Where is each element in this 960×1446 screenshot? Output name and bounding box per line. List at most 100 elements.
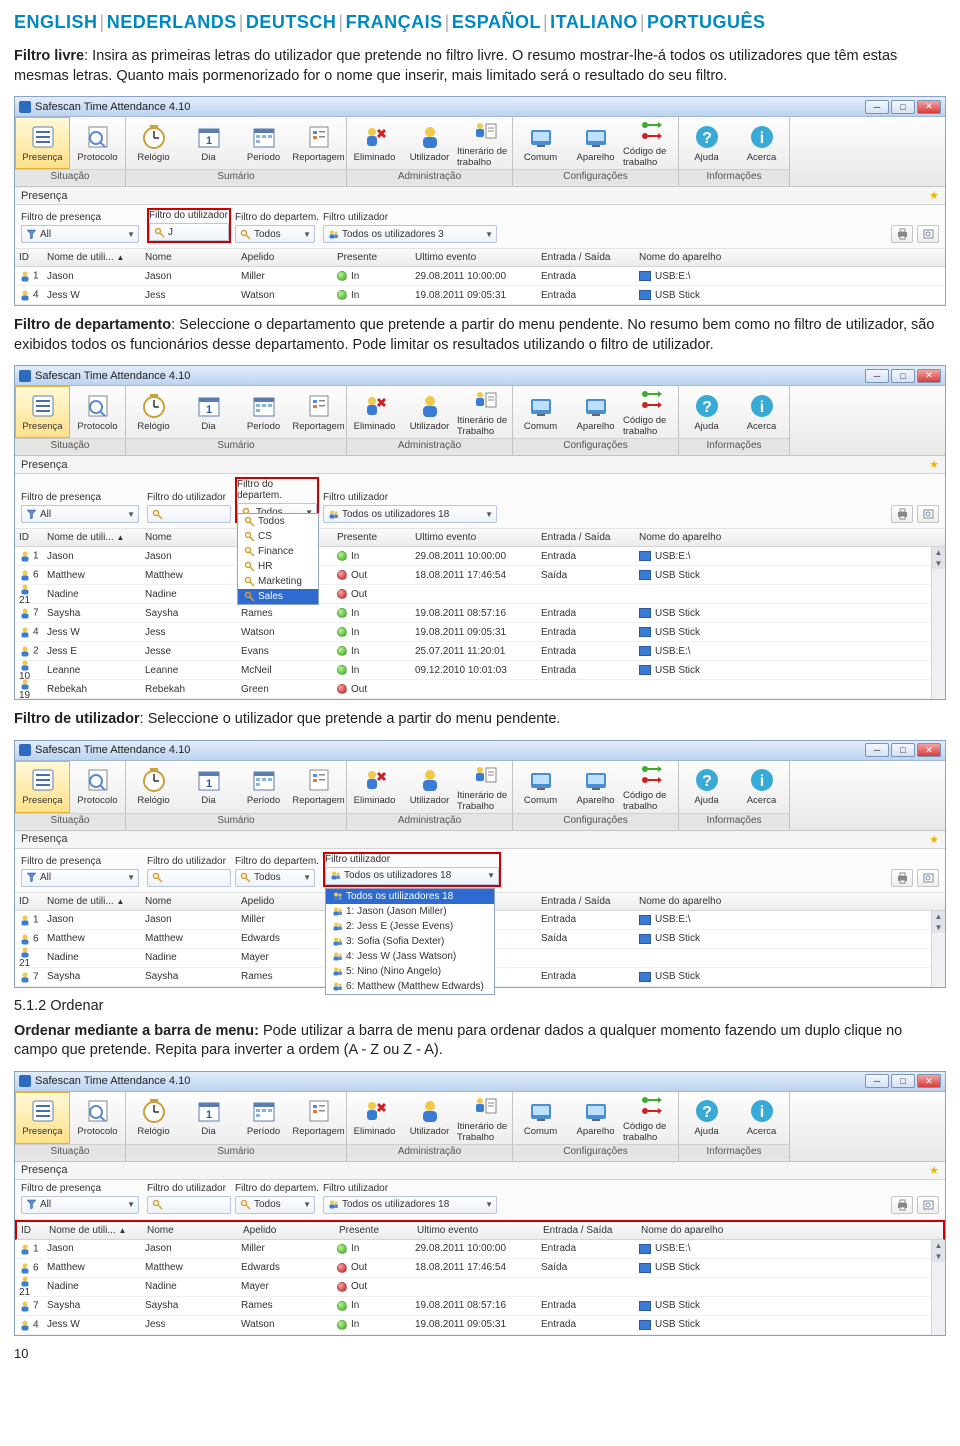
filter-presence-select[interactable]: All▼: [21, 505, 139, 523]
filter-dept-select[interactable]: Todos▼: [235, 1196, 315, 1214]
scrollbar[interactable]: ▲▼: [931, 911, 945, 987]
table-row[interactable]: 7 SayshaSayshaRames In 19.08.2011 08:57:…: [15, 1297, 931, 1316]
lang-deutsch[interactable]: DEUTSCH: [246, 12, 337, 33]
col-nome-util[interactable]: Nome de utili... ▲: [43, 249, 141, 266]
preview-button[interactable]: [917, 1196, 939, 1214]
toolbar-comum[interactable]: Comum: [513, 1092, 568, 1144]
toolbar-comum[interactable]: Comum: [513, 386, 568, 438]
preview-button[interactable]: [917, 505, 939, 523]
user-option[interactable]: 1: Jason (Jason Miller): [326, 904, 494, 919]
table-row[interactable]: 4 Jess WJessWatson In 19.08.2011 09:05:3…: [15, 1316, 931, 1335]
toolbar-acerca[interactable]: iAcerca: [734, 761, 789, 813]
toolbar-utilizador[interactable]: Utilizador: [402, 761, 457, 813]
table-header[interactable]: ID Nome de utili... ▲ Nome Apelido Prese…: [15, 249, 945, 267]
user-dropdown[interactable]: Todos os utilizadores 181: Jason (Jason …: [325, 888, 495, 995]
toolbar-itinerario[interactable]: Itinerário de Trabalho: [457, 1092, 512, 1144]
filter-presence-select[interactable]: All▼: [21, 869, 139, 887]
print-button[interactable]: [891, 225, 913, 243]
dept-option[interactable]: Marketing: [238, 574, 318, 589]
scrollbar[interactable]: ▲▼: [931, 1240, 945, 1335]
toolbar-itinerario[interactable]: Itinerário de trabalho: [457, 117, 512, 169]
lang-english[interactable]: ENGLISH: [14, 12, 98, 33]
toolbar-ajuda[interactable]: ?Ajuda: [679, 761, 734, 813]
toolbar-reportagem[interactable]: Reportagem: [291, 1092, 346, 1144]
toolbar-eliminado[interactable]: Eliminado: [347, 386, 402, 438]
table-row[interactable]: 4 Jess WJessWatson In 19.08.2011 09:05:3…: [15, 286, 945, 305]
filter-futil-select[interactable]: Todos os utilizadores 3▼: [323, 225, 497, 243]
dept-option[interactable]: CS: [238, 529, 318, 544]
col-presente[interactable]: Presente: [335, 1222, 413, 1239]
filter-dept-select[interactable]: Todos▼: [235, 869, 315, 887]
col-ultimo[interactable]: Ultimo evento: [413, 1222, 539, 1239]
col-presente[interactable]: Presente: [333, 249, 411, 266]
table-row[interactable]: 2 Jess EJesseEvans In 25.07.2011 11:20:0…: [15, 642, 931, 661]
close-button[interactable]: ✕: [917, 369, 941, 383]
toolbar-itinerario[interactable]: Itinerário de Trabalho: [457, 386, 512, 438]
col-aparelho[interactable]: Nome do aparelho: [637, 1222, 777, 1239]
user-option[interactable]: 4: Jess W (Jass Watson): [326, 949, 494, 964]
col-nome-util[interactable]: Nome de utili... ▲: [45, 1222, 143, 1239]
col-ultimo[interactable]: Ultimo evento: [411, 249, 537, 266]
toolbar-aparelho[interactable]: Aparelho: [568, 761, 623, 813]
filter-user-input[interactable]: [147, 505, 231, 523]
toolbar-protocolo[interactable]: Protocolo: [70, 1092, 125, 1144]
col-nome[interactable]: Nome: [141, 529, 237, 546]
filter-presence-select[interactable]: All▼: [21, 225, 139, 243]
toolbar-eliminado[interactable]: Eliminado: [347, 761, 402, 813]
dept-option[interactable]: HR: [238, 559, 318, 574]
favorite-icon[interactable]: ★: [929, 833, 939, 846]
dept-option[interactable]: Finance: [238, 544, 318, 559]
col-aparelho[interactable]: Nome do aparelho: [635, 893, 775, 910]
col-nome[interactable]: Nome: [141, 893, 237, 910]
toolbar-relogio[interactable]: Relógio: [126, 386, 181, 438]
table-row[interactable]: 21 NadineNadineMayer Out: [15, 585, 931, 604]
scrollbar[interactable]: ▲▼: [931, 547, 945, 699]
print-button[interactable]: [891, 869, 913, 887]
toolbar-periodo[interactable]: Período: [236, 761, 291, 813]
filter-user-input[interactable]: [147, 1196, 231, 1214]
minimize-button[interactable]: ─: [865, 743, 889, 757]
maximize-button[interactable]: □: [891, 369, 915, 383]
toolbar-dia[interactable]: 1Dia: [181, 761, 236, 813]
col-id[interactable]: ID: [15, 529, 43, 546]
toolbar-relogio[interactable]: Relógio: [126, 1092, 181, 1144]
filter-futil-select[interactable]: Todos os utilizadores 18▼: [323, 1196, 497, 1214]
col-ultimo[interactable]: Ultimo evento: [411, 529, 537, 546]
col-apelido[interactable]: Apelido: [237, 249, 333, 266]
toolbar-relogio[interactable]: Relógio: [126, 761, 181, 813]
dept-option[interactable]: Sales: [238, 589, 318, 604]
toolbar-itinerario[interactable]: Itinerário de Trabalho: [457, 761, 512, 813]
toolbar-reportagem[interactable]: Reportagem: [291, 386, 346, 438]
toolbar-periodo[interactable]: Período: [236, 1092, 291, 1144]
toolbar-utilizador[interactable]: Utilizador: [402, 386, 457, 438]
toolbar-ajuda[interactable]: ?Ajuda: [679, 386, 734, 438]
toolbar-acerca[interactable]: iAcerca: [734, 1092, 789, 1144]
col-entrada[interactable]: Entrada / Saída: [539, 1222, 637, 1239]
toolbar-presenca[interactable]: Presença: [15, 761, 70, 813]
minimize-button[interactable]: ─: [865, 369, 889, 383]
toolbar-relogio[interactable]: Relógio: [126, 117, 181, 169]
favorite-icon[interactable]: ★: [929, 189, 939, 202]
toolbar-acerca[interactable]: iAcerca: [734, 117, 789, 169]
toolbar-protocolo[interactable]: Protocolo: [70, 117, 125, 169]
toolbar-aparelho[interactable]: Aparelho: [568, 1092, 623, 1144]
toolbar-reportagem[interactable]: Reportagem: [291, 761, 346, 813]
toolbar-ajuda[interactable]: ?Ajuda: [679, 1092, 734, 1144]
print-button[interactable]: [891, 1196, 913, 1214]
toolbar-eliminado[interactable]: Eliminado: [347, 1092, 402, 1144]
table-row[interactable]: 1 JasonJasonMiller In 29.08.2011 10:00:0…: [15, 547, 931, 566]
col-id[interactable]: ID: [17, 1222, 45, 1239]
toolbar-presenca[interactable]: Presença: [15, 386, 70, 438]
user-option[interactable]: 5: Nino (Nino Angelo): [326, 964, 494, 979]
toolbar-codigo[interactable]: Código de trabalho: [623, 1092, 678, 1144]
filter-futil-select[interactable]: Todos os utilizadores 18▼: [325, 867, 499, 885]
col-nome[interactable]: Nome: [143, 1222, 239, 1239]
table-header[interactable]: ID Nome de utili... ▲ Nome Apelido Prese…: [15, 529, 945, 547]
tab-presenca[interactable]: Presença: [21, 190, 67, 202]
lang-italiano[interactable]: ITALIANO: [550, 12, 638, 33]
tab-presenca[interactable]: Presença: [21, 833, 67, 845]
toolbar-codigo[interactable]: Código de trabalho: [623, 117, 678, 169]
table-row[interactable]: 21 NadineNadineMayer Out: [15, 1278, 931, 1297]
tab-presenca[interactable]: Presença: [21, 1164, 67, 1176]
toolbar-aparelho[interactable]: Aparelho: [568, 117, 623, 169]
